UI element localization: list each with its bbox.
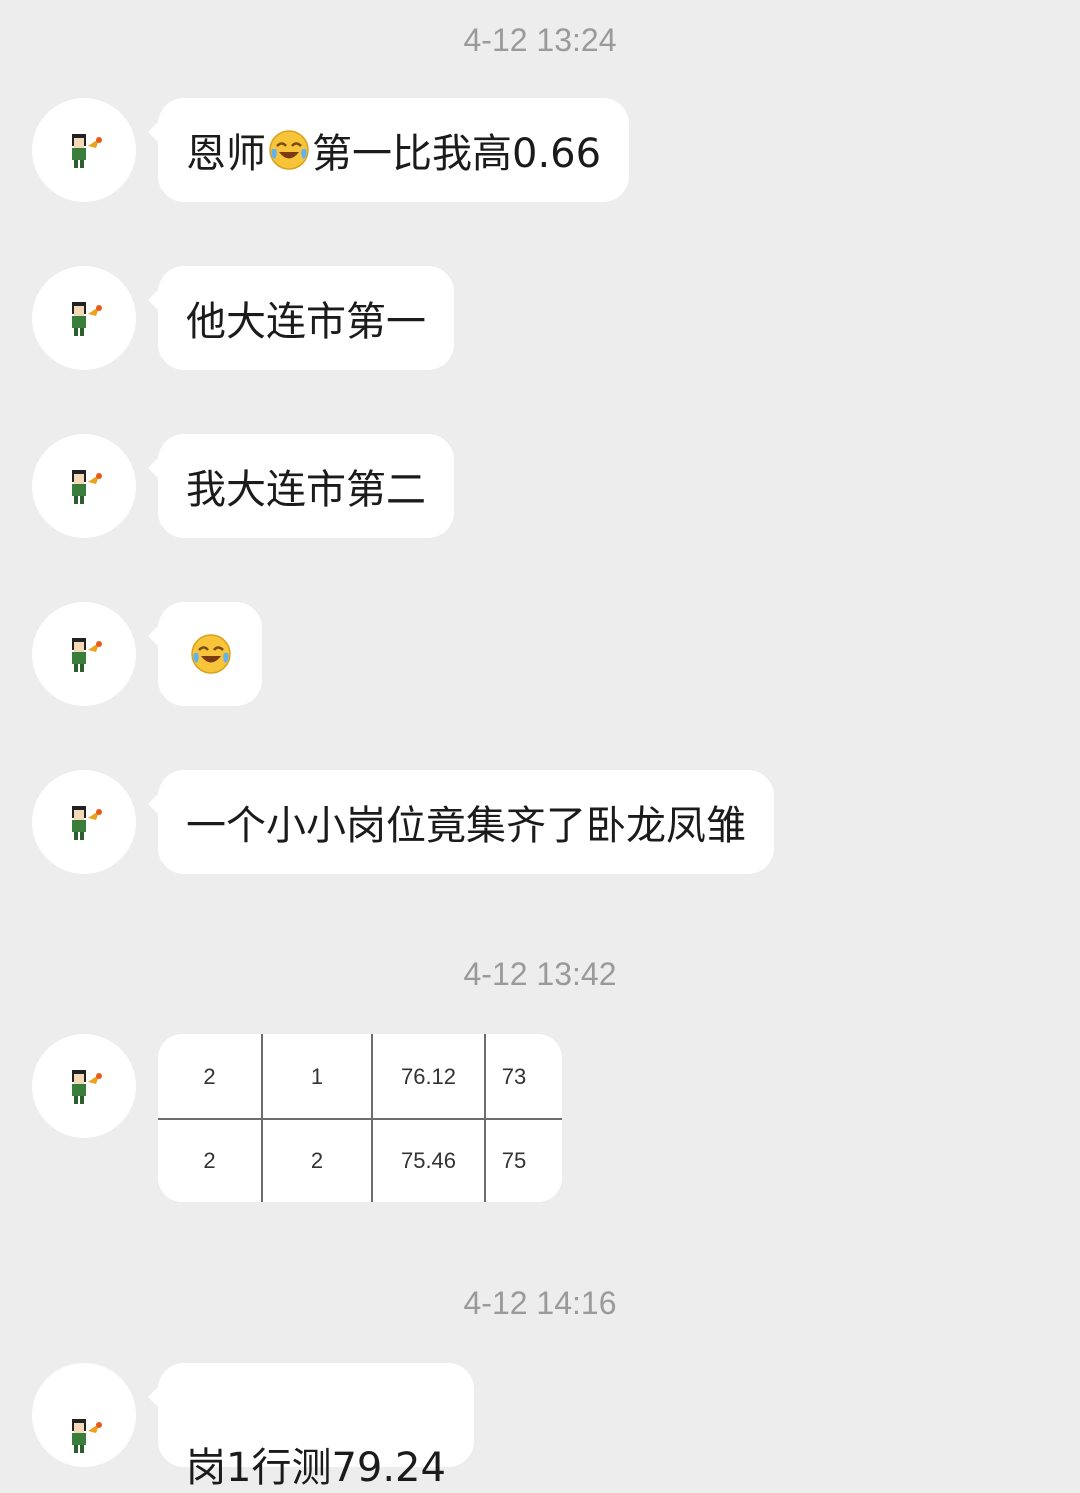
message-text: 第一比我高0.66 <box>312 131 602 177</box>
avatar[interactable] <box>32 266 136 370</box>
table-cell: 2 <box>203 1148 216 1173</box>
avatar[interactable] <box>32 770 136 874</box>
avatar-character-icon <box>72 806 102 840</box>
laughing-crying-emoji-icon <box>190 633 232 675</box>
message-text: 他大连市第一 <box>186 299 426 345</box>
table-cell: 73 <box>501 1064 527 1089</box>
message-bubble[interactable]: 他大连市第一 <box>148 266 454 370</box>
table-cell: 75.46 <box>400 1148 457 1173</box>
message-text: 我大连市第二 <box>186 467 426 513</box>
table-cell: 1 <box>310 1064 324 1089</box>
timestamp: 4-12 13:42 <box>463 956 617 992</box>
avatar-character-icon <box>72 1070 102 1104</box>
laughing-crying-emoji-icon <box>268 129 310 171</box>
message-bubble[interactable]: 恩师 第一比我高0.66 <box>147 98 630 202</box>
message-text: 岗1行测79.24 <box>186 1445 446 1491</box>
avatar-character-icon <box>72 470 102 504</box>
avatar-character-icon <box>72 134 102 168</box>
table-divider <box>158 1118 562 1120</box>
table-cell: 76.12 <box>400 1064 457 1089</box>
message-bubble[interactable]: 岗1行测79.24 <box>148 1363 474 1491</box>
table-cell: 2 <box>203 1064 216 1089</box>
avatar[interactable] <box>32 434 136 538</box>
timestamp: 4-12 13:24 <box>463 22 617 58</box>
table-cell: 2 <box>310 1148 324 1173</box>
avatar[interactable] <box>32 98 136 202</box>
message-text: 恩师 <box>186 131 266 177</box>
message-bubble[interactable]: 一个小小岗位竟集齐了卧龙凤雏 <box>148 770 774 874</box>
table-cell: 75 <box>501 1148 527 1173</box>
timestamp: 4-12 14:16 <box>463 1285 617 1321</box>
avatar[interactable] <box>32 1363 136 1467</box>
message-bubble[interactable]: 我大连市第二 <box>148 434 454 538</box>
avatar[interactable] <box>32 1034 136 1138</box>
avatar-character-icon <box>72 1419 102 1453</box>
avatar-character-icon <box>72 638 102 672</box>
avatar-character-icon <box>72 302 102 336</box>
avatar[interactable] <box>32 602 136 706</box>
message-bubble[interactable] <box>148 602 262 706</box>
image-message[interactable]: 2 1 76.12 73 2 2 75.46 75 <box>158 1034 562 1202</box>
message-text: 一个小小岗位竟集齐了卧龙凤雏 <box>186 803 746 849</box>
